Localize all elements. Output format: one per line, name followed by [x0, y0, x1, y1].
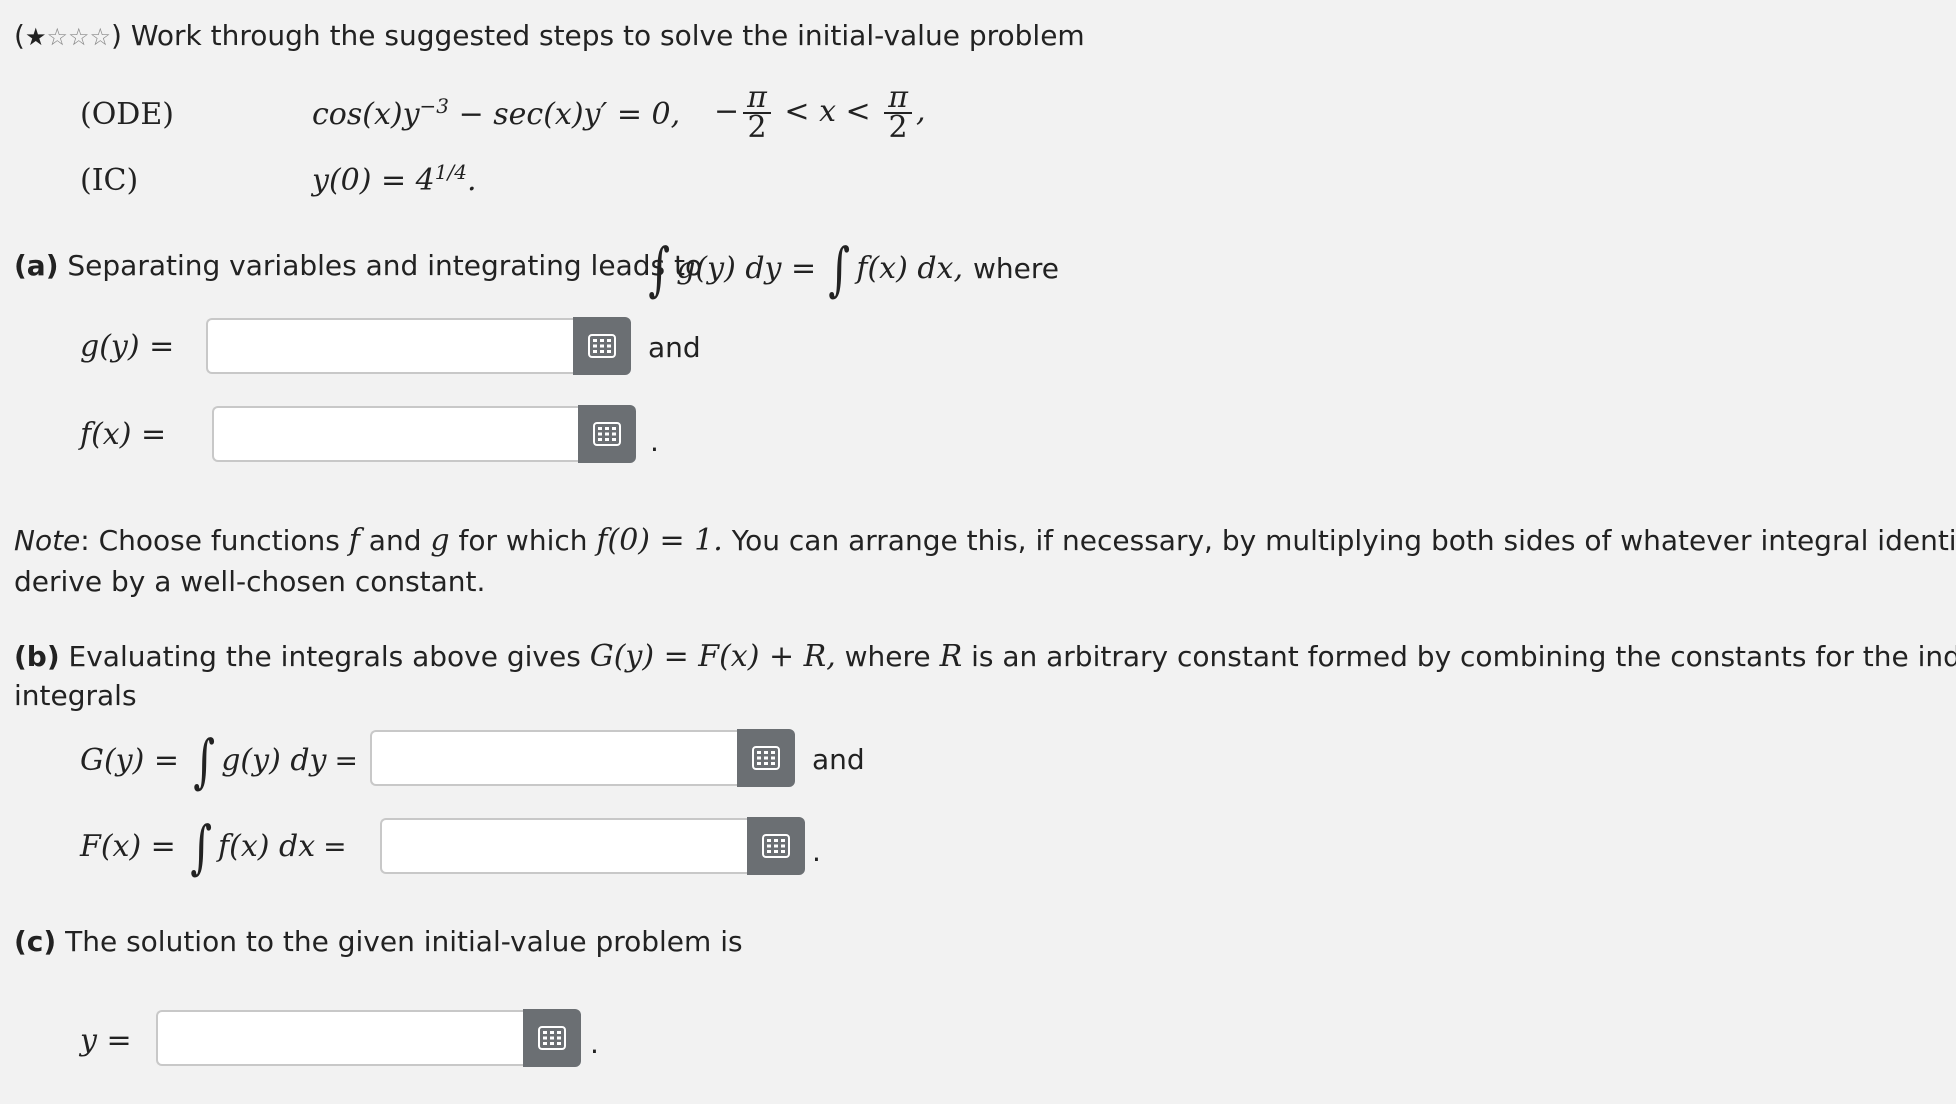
part-b-line-2: integrals — [14, 679, 137, 712]
ic-label: (IC) — [80, 163, 139, 198]
keypad-button-f[interactable] — [578, 405, 636, 463]
G-definition: G(y) = ∫ g(y) dy = — [80, 727, 358, 795]
keypad-button-y[interactable] — [523, 1009, 581, 1067]
ode-label: (ODE) — [80, 97, 174, 132]
keypad-button-g[interactable] — [573, 317, 631, 375]
part-b-line-1: (b) Evaluating the integrals above gives… — [14, 639, 1956, 674]
note-line-1: Note: Choose functions f and g for which… — [14, 523, 1956, 558]
integral-sign: ∫ — [648, 235, 670, 303]
part-a-prompt: (a) Separating variables and integrating… — [14, 249, 703, 282]
period: . — [590, 1027, 599, 1060]
integral-sign: ∫ — [190, 813, 212, 881]
integral-sign: ∫ — [828, 235, 851, 303]
keypad-icon — [588, 334, 616, 358]
intro-line: (★☆☆☆) Work through the suggested steps … — [14, 18, 1085, 55]
f-input[interactable] — [212, 406, 580, 462]
F-input[interactable] — [380, 818, 748, 874]
f-label: f(x) = — [80, 417, 167, 452]
and-text: and — [648, 331, 701, 364]
part-a-integral: ∫ g(y) dy = ∫ f(x) dx, where — [648, 235, 1059, 303]
and-text: and — [812, 743, 865, 776]
y-label: y = — [80, 1023, 132, 1058]
y-input[interactable] — [156, 1010, 524, 1066]
keypad-icon — [752, 746, 780, 770]
period: . — [812, 835, 821, 868]
period: . — [650, 425, 659, 458]
g-input[interactable] — [206, 318, 574, 374]
note-line-2: derive by a well-chosen constant. — [14, 565, 486, 598]
ic-equation: y(0) = 41/4. — [312, 160, 477, 198]
F-definition: F(x) = ∫ f(x) dx = — [80, 813, 347, 881]
intro-text: Work through the suggested steps to solv… — [130, 19, 1085, 52]
star-filled-icon: ★ — [24, 23, 47, 51]
G-input[interactable] — [370, 730, 738, 786]
keypad-icon — [538, 1026, 566, 1050]
close-paren: ) — [111, 19, 122, 52]
part-c-prompt: (c) The solution to the given initial-va… — [14, 925, 743, 958]
keypad-button-F[interactable] — [747, 817, 805, 875]
g-label: g(y) = — [80, 329, 175, 364]
keypad-icon — [762, 834, 790, 858]
integral-sign: ∫ — [193, 727, 215, 795]
ode-equation: cos(x)y−3 − sec(x)y′ = 0, — [312, 94, 681, 132]
keypad-icon — [593, 422, 621, 446]
open-paren: ( — [14, 19, 25, 52]
keypad-button-G[interactable] — [737, 729, 795, 787]
ode-domain: − π 2 < x < π2, — [714, 80, 926, 145]
star-empty-icon: ☆☆☆ — [46, 23, 111, 51]
